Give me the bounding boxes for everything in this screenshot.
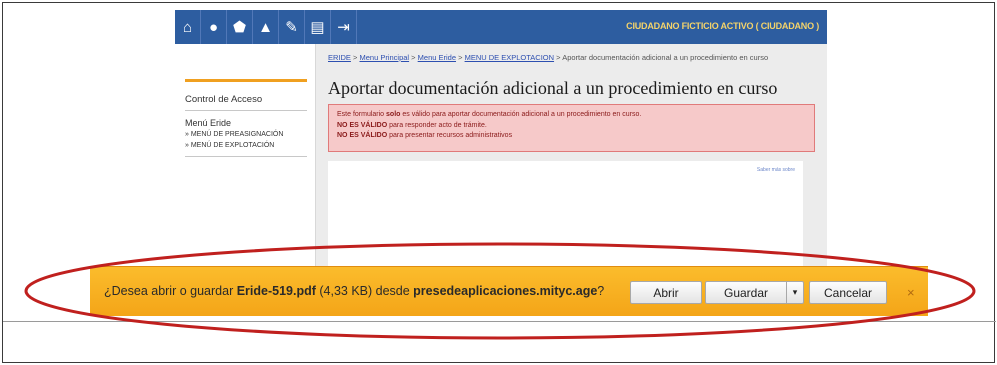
red-annotation-ellipse xyxy=(24,242,976,340)
highlight-ellipse xyxy=(24,242,976,340)
